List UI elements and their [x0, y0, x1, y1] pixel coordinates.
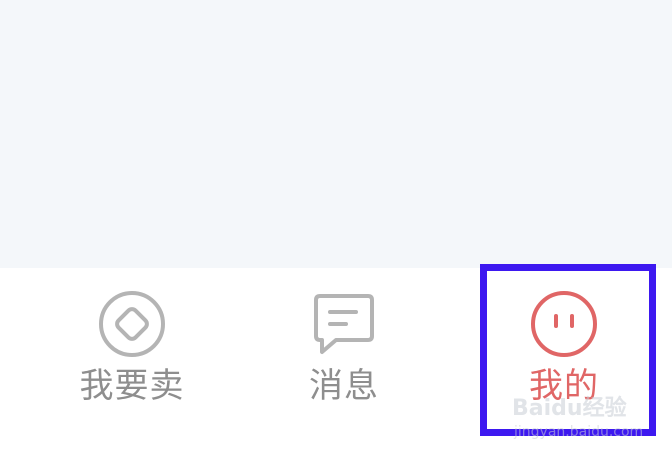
message-bubble-icon	[314, 294, 374, 354]
tab-messages[interactable]: 消息	[250, 268, 438, 428]
content-area	[0, 0, 672, 268]
sell-coin-icon	[99, 291, 165, 357]
tab-messages-label: 消息	[309, 366, 379, 406]
tab-mine-label: 我的	[529, 366, 599, 406]
tab-mine[interactable]: 我的	[470, 268, 658, 428]
app-screen: 我要卖 消息 我的 Baidu经验 jingyan.baidu.com	[0, 0, 672, 456]
bottom-tab-bar: 我要卖 消息 我的	[0, 268, 672, 456]
tab-sell[interactable]: 我要卖	[38, 268, 226, 428]
tab-sell-label: 我要卖	[79, 366, 185, 406]
profile-face-icon	[531, 291, 597, 357]
